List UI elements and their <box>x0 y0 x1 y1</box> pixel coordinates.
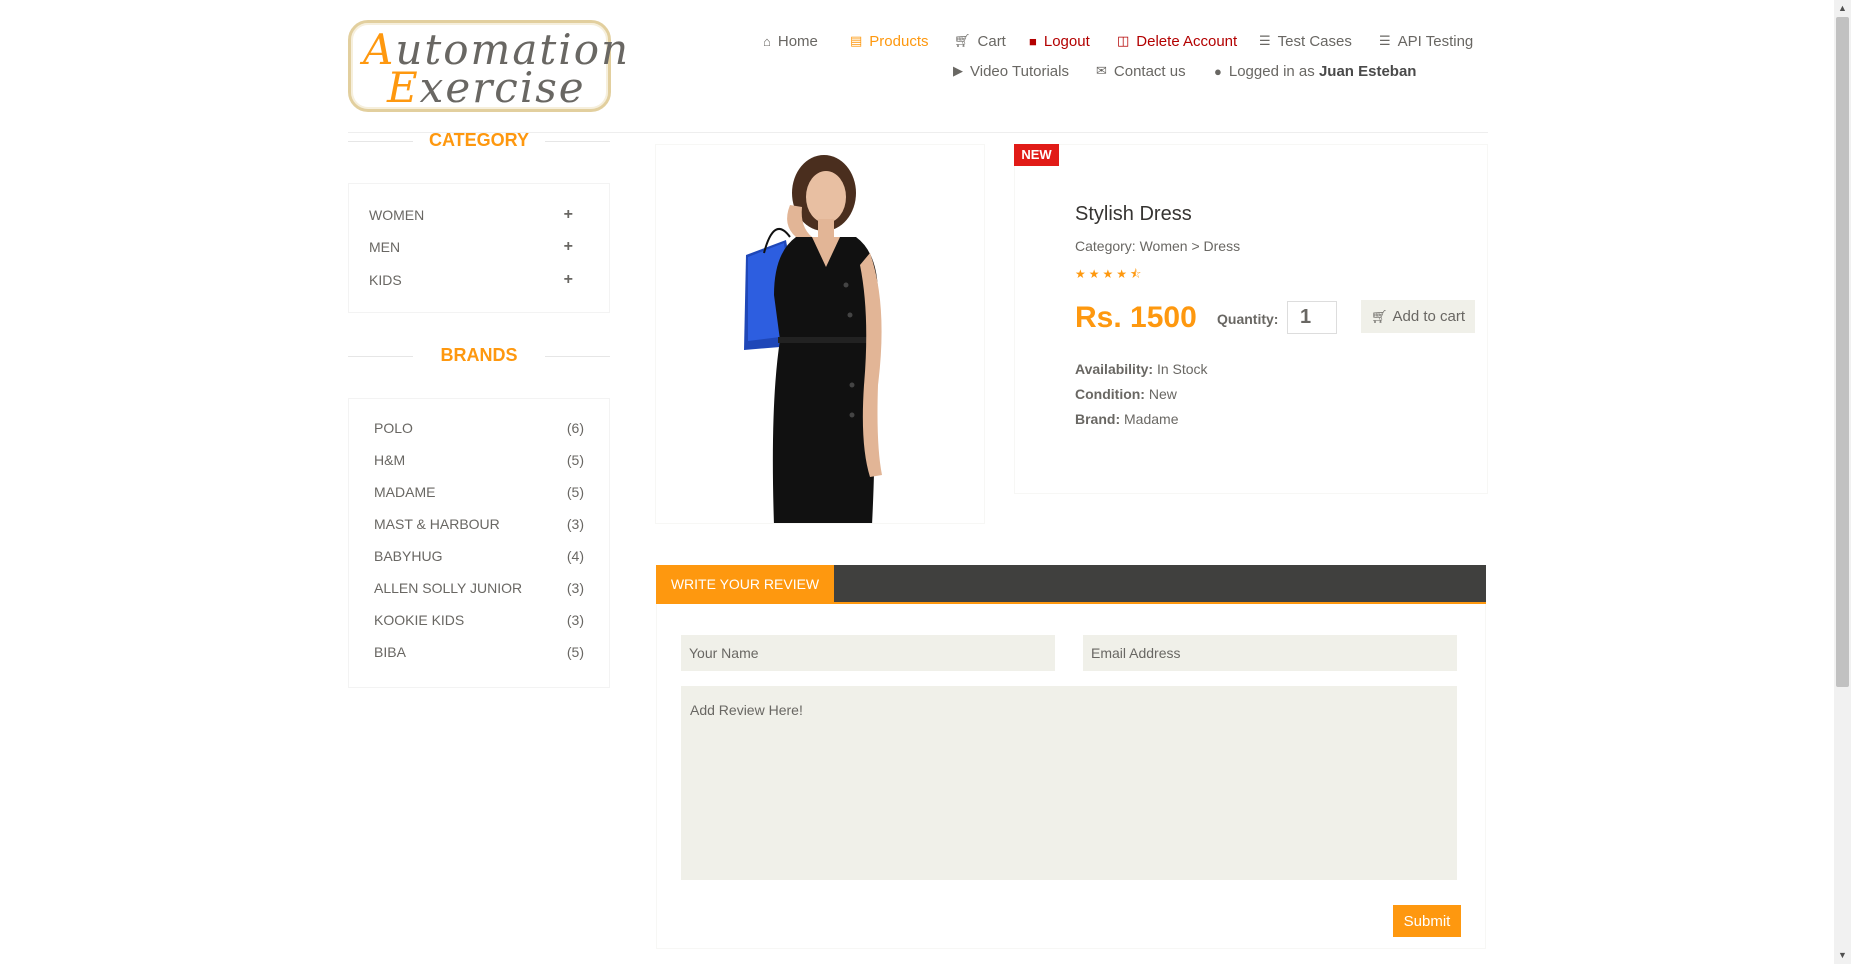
category-women[interactable]: WOMEN + <box>369 206 585 227</box>
brand-biba[interactable]: BIBA (5) <box>374 644 584 664</box>
logged-in-status: ● Logged in as Juan Esteban <box>1214 62 1417 80</box>
plus-icon[interactable]: + <box>564 271 573 289</box>
brand-madame[interactable]: MADAME (5) <box>374 484 584 504</box>
category-kids[interactable]: KIDS + <box>369 271 585 292</box>
new-badge: NEW <box>1014 144 1059 166</box>
scrollbar-thumb[interactable] <box>1836 17 1849 687</box>
review-email-input[interactable] <box>1083 635 1457 671</box>
review-name-input[interactable] <box>681 635 1055 671</box>
brands-heading: BRANDS <box>348 345 610 366</box>
product-price: Rs. 1500 <box>1075 301 1197 334</box>
rating-stars-icon: ★★★★⯪ <box>1075 267 1145 281</box>
availability: Availability: In Stock <box>1075 361 1208 377</box>
cart-icon: 🛒︎ <box>954 33 971 48</box>
brand-mast-harbour[interactable]: MAST & HARBOUR (3) <box>374 516 584 536</box>
nav-home[interactable]: ⌂ Home <box>763 30 818 52</box>
list-icon: ☰ <box>1379 33 1391 48</box>
woman-with-shopping-bag-illustration <box>744 155 882 523</box>
category-men[interactable]: MEN + <box>369 238 585 259</box>
brand-babyhug[interactable]: BABYHUG (4) <box>374 548 584 568</box>
brand-hm[interactable]: H&M (5) <box>374 452 584 472</box>
nav-cart[interactable]: 🛒︎ Cart <box>954 30 1006 52</box>
category-panel: WOMEN + MEN + KIDS + <box>348 183 610 313</box>
brands-panel: POLO (6) H&M (5) MADAME (5) MAST & HARBOUR(… <box>348 398 610 688</box>
scroll-down-icon[interactable]: ▼ <box>1834 947 1851 964</box>
condition: Condition: New <box>1075 386 1177 402</box>
logo-line-2: Exercise <box>387 63 586 112</box>
vertical-scrollbar[interactable]: ▲ ▼ <box>1834 0 1851 964</box>
nav-products[interactable]: ▤ Products <box>850 30 929 52</box>
review-textarea[interactable] <box>681 686 1457 880</box>
scroll-up-icon[interactable]: ▲ <box>1834 0 1851 17</box>
products-icon: ▤ <box>850 33 863 48</box>
site-logo[interactable]: Automation Exercise <box>348 20 628 112</box>
nav-api-testing[interactable]: ☰ API Testing <box>1379 30 1473 52</box>
cart-icon: 🛒︎ <box>1370 308 1388 324</box>
add-to-cart-button[interactable]: 🛒︎ Add to cart <box>1361 300 1475 333</box>
tab-write-your-review[interactable]: WRITE YOUR REVIEW <box>656 565 834 604</box>
trash-icon: ◫ <box>1117 33 1130 48</box>
plus-icon[interactable]: + <box>564 206 573 224</box>
quantity-input[interactable] <box>1287 301 1337 334</box>
nav-logout[interactable]: ■ Logout <box>1029 30 1090 52</box>
quantity-label: Quantity: <box>1217 311 1279 327</box>
list-icon: ☰ <box>1259 33 1271 48</box>
brand-polo[interactable]: POLO (6) <box>374 420 584 440</box>
lock-icon: ■ <box>1029 33 1037 49</box>
nav-video-tutorials[interactable]: ▶ Video Tutorials <box>953 60 1069 82</box>
product-title: Stylish Dress <box>1075 203 1192 225</box>
nav-contact-us[interactable]: ✉ Contact us <box>1096 60 1186 82</box>
category-heading: CATEGORY <box>348 130 610 151</box>
brand-kookie-kids[interactable]: KOOKIE KIDS (3) <box>374 612 584 632</box>
product-image <box>655 144 985 524</box>
nav-delete-account[interactable]: ◫ Delete Account <box>1117 30 1237 52</box>
envelope-icon: ✉ <box>1096 63 1107 78</box>
brand: Brand: Madame <box>1075 411 1179 427</box>
nav-test-cases[interactable]: ☰ Test Cases <box>1259 30 1352 52</box>
logged-in-username: Juan Esteban <box>1318 62 1417 80</box>
product-category: Category: Women > Dress <box>1075 238 1241 254</box>
home-icon: ⌂ <box>763 33 771 49</box>
user-icon: ● <box>1214 63 1222 79</box>
submit-review-button[interactable]: Submit <box>1393 905 1461 937</box>
brand-allen-solly-junior[interactable]: ALLEN SOLLY JUNIOR (3) <box>374 580 584 600</box>
youtube-play-icon: ▶ <box>953 63 963 78</box>
plus-icon[interactable]: + <box>564 238 573 256</box>
